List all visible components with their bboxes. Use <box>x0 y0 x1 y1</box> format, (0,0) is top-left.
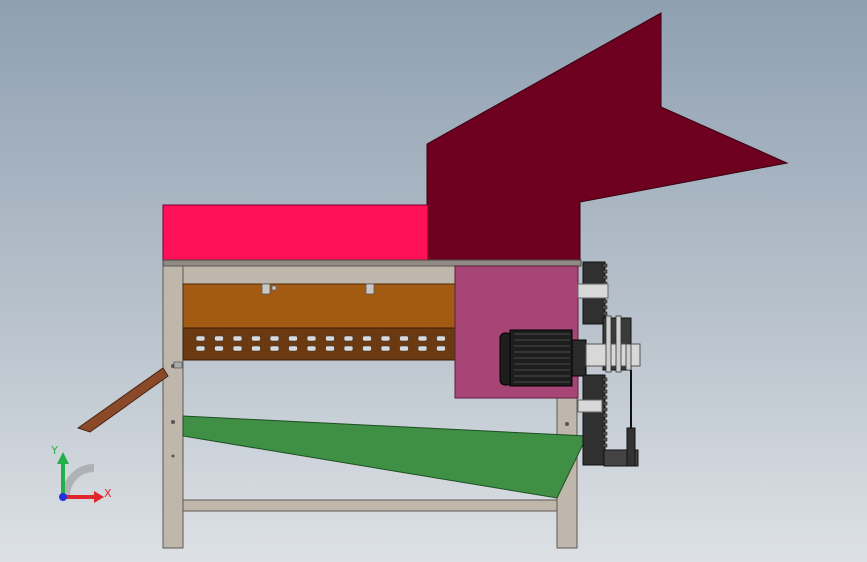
drum-tooth <box>288 345 298 352</box>
drum-tooth <box>232 335 243 342</box>
cad-viewport[interactable]: Y X <box>0 0 867 562</box>
drum-tooth <box>380 335 391 342</box>
grain-chute <box>182 415 588 499</box>
drum-tooth <box>251 345 261 352</box>
discharge-ramp <box>76 367 169 433</box>
drum-tooth <box>232 345 243 352</box>
drum-tooth <box>436 335 446 342</box>
axis-triad: Y X <box>50 444 112 503</box>
gear-tooth <box>602 263 608 268</box>
y-axis-label: Y <box>50 444 58 457</box>
gear-tooth <box>602 389 608 394</box>
drum-tooth <box>399 345 409 352</box>
gear-tooth <box>602 419 608 424</box>
drum-tooth <box>380 345 391 352</box>
drum-tooth <box>325 335 335 342</box>
gear-tooth <box>602 395 608 400</box>
gear-tooth <box>602 437 608 442</box>
drum-tooth <box>214 335 224 342</box>
drum-tooth <box>251 335 261 342</box>
drum-tooth <box>195 345 206 352</box>
gear-tooth <box>602 401 608 406</box>
ramp-hinge <box>173 361 183 369</box>
drum-tooth <box>362 335 372 342</box>
gear-tooth <box>602 275 608 280</box>
drum-lower <box>182 327 456 361</box>
drum-tooth <box>417 335 428 342</box>
drum-tooth <box>417 345 428 352</box>
drum-tooth <box>343 335 354 342</box>
drum-tooth <box>399 335 409 342</box>
x-axis-label: X <box>104 487 112 500</box>
drum-tooth <box>325 345 335 352</box>
drum-tooth <box>306 335 317 342</box>
drum-tooth <box>269 345 280 352</box>
gear-tooth <box>602 305 608 310</box>
top-bin <box>162 204 429 262</box>
feed-hopper <box>426 12 789 263</box>
gear-tooth <box>602 431 608 436</box>
gear-tooth <box>602 311 608 316</box>
drum-tooth <box>214 345 224 352</box>
drum-tooth <box>269 335 280 342</box>
gear-tooth <box>602 443 608 448</box>
gear-tooth <box>602 425 608 430</box>
drum-tooth <box>306 345 317 352</box>
gear-tooth <box>602 269 608 274</box>
gear-tooth <box>602 377 608 382</box>
top-plate <box>162 259 582 267</box>
drum-tooth <box>343 345 354 352</box>
gear-tooth <box>602 413 608 418</box>
drum-tooth <box>362 345 372 352</box>
drum-tooth <box>436 345 446 352</box>
gear-tooth <box>602 383 608 388</box>
drum-tooth <box>195 335 206 342</box>
drum-upper <box>182 283 456 329</box>
drum-tooth <box>288 335 298 342</box>
gear-tooth <box>602 407 608 412</box>
gear-tooth <box>602 299 608 304</box>
